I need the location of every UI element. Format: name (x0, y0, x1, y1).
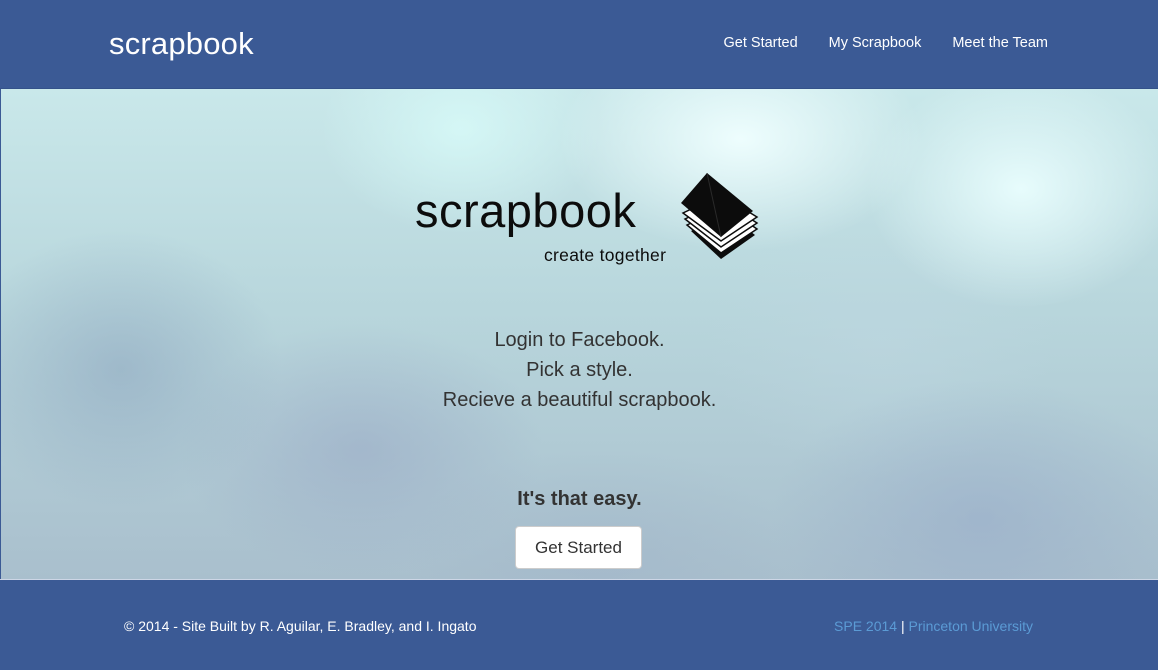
step-item: Recieve a beautiful scrapbook. (442, 389, 717, 411)
hero-section: scrapbook create together Login to Faceb… (1, 89, 1158, 579)
step-item: Pick a style. (526, 359, 633, 381)
steps-list: Login to Facebook. Pick a style. Recieve… (1, 325, 1158, 415)
brand-link[interactable]: scrapbook (109, 26, 254, 62)
nav-links: Get Started My Scrapbook Meet the Team (724, 35, 1049, 51)
footer-copyright: © 2014 - Site Built by R. Aguilar, E. Br… (124, 618, 477, 634)
footer-separator: | (900, 618, 905, 634)
footer-link-princeton[interactable]: Princeton University (909, 618, 1034, 634)
logo-wordmark: scrapbook (415, 184, 637, 237)
step-item: Login to Facebook. (494, 329, 665, 351)
hero-logo: scrapbook create together (415, 173, 760, 273)
hero-tagline: It's that easy. (517, 488, 642, 510)
logo-tagline: create together (544, 245, 667, 265)
nav-link-meet-the-team[interactable]: Meet the Team (952, 35, 1048, 51)
footer: © 2014 - Site Built by R. Aguilar, E. Br… (0, 579, 1158, 670)
get-started-button[interactable]: Get Started (515, 526, 642, 569)
top-navbar: scrapbook Get Started My Scrapbook Meet … (0, 0, 1158, 89)
footer-link-spe[interactable]: SPE 2014 (834, 618, 897, 634)
nav-link-my-scrapbook[interactable]: My Scrapbook (829, 35, 922, 51)
footer-links: SPE 2014 | Princeton University (834, 618, 1033, 634)
nav-link-get-started[interactable]: Get Started (724, 35, 798, 51)
book-icon (681, 173, 759, 259)
